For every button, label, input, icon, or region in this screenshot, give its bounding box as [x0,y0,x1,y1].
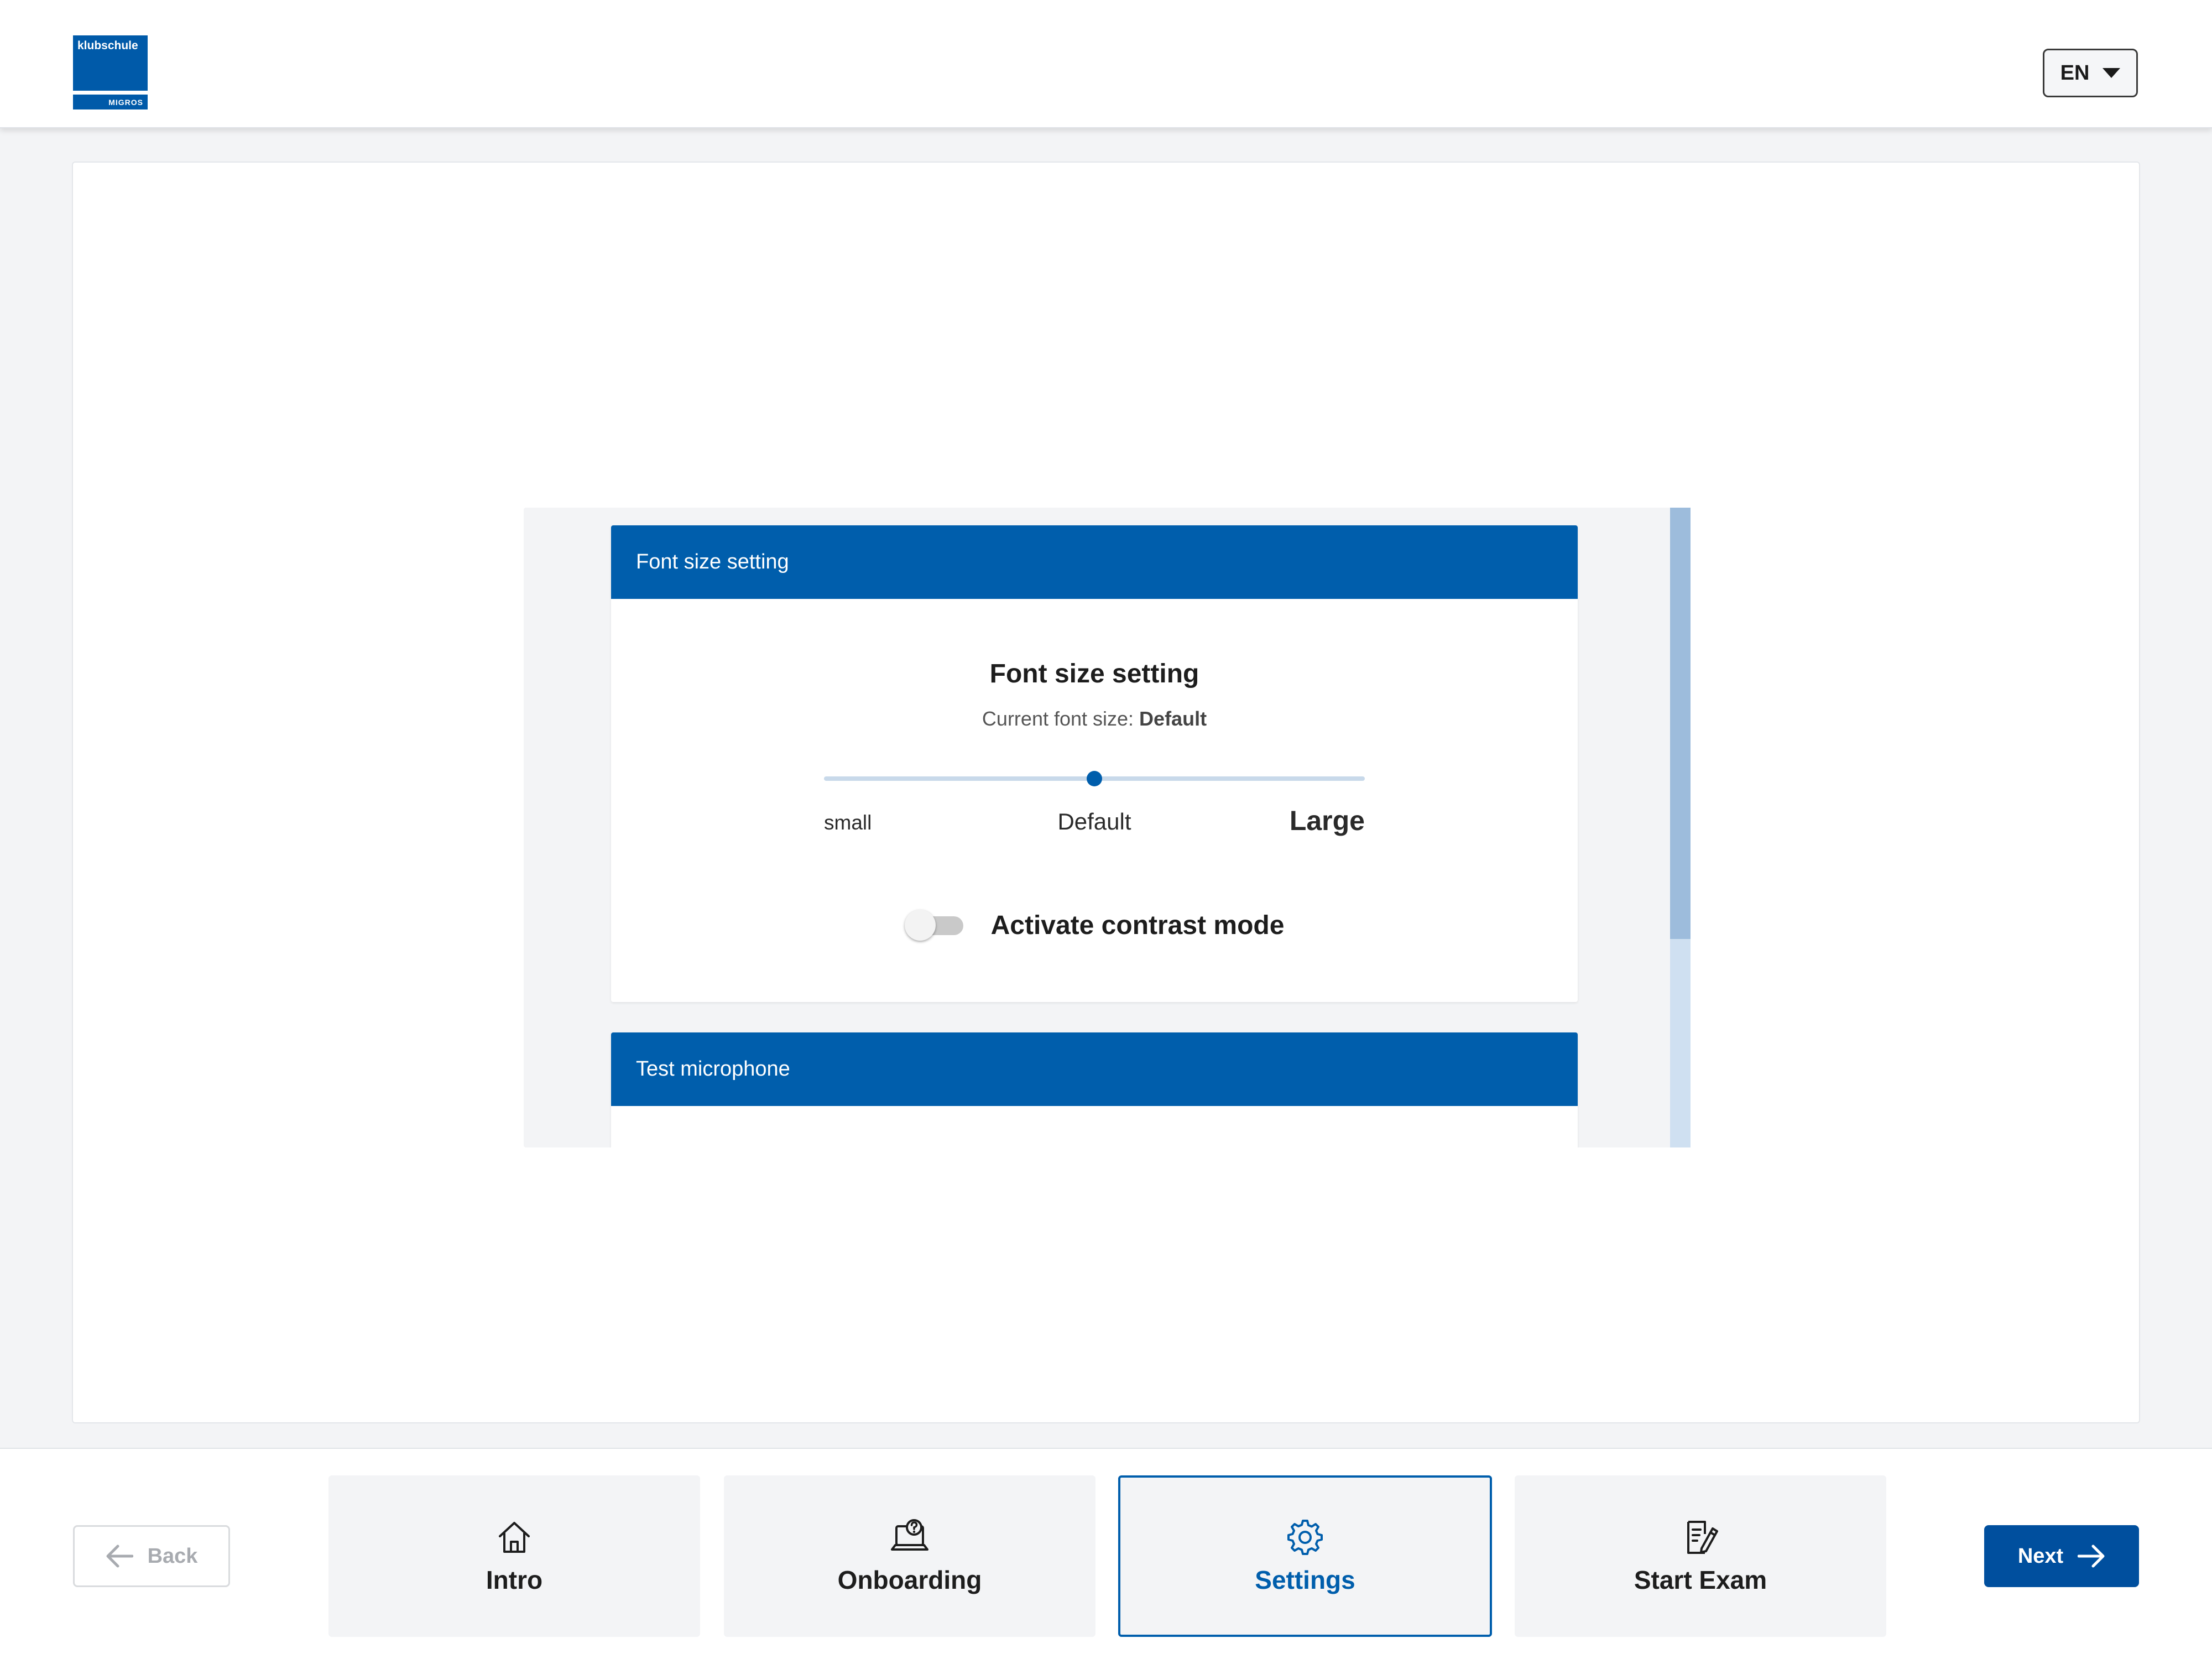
step-start-exam-label: Start Exam [1634,1566,1767,1594]
current-font-size-label: Current font size: [982,707,1140,730]
font-size-title: Font size setting [989,659,1199,688]
laptop-help-icon [891,1519,928,1551]
footer-navigation: Back Intro Onboarding Settings Start Exa… [0,1448,2212,1659]
current-font-size-text: Current font size: Default [611,707,1578,731]
step-intro[interactable]: Intro [328,1475,700,1637]
font-size-slider[interactable] [824,767,1365,789]
next-button-label: Next [2017,1544,2064,1568]
back-button[interactable]: Back [73,1525,230,1587]
contrast-mode-label: Activate contrast mode [990,910,1285,940]
back-button-label: Back [147,1544,198,1568]
exam-edit-icon [1687,1521,1718,1554]
top-header: klubschule MIGROS EN [0,0,2212,128]
toggle-knob [904,910,936,941]
caret-down-icon [2103,68,2121,78]
slider-label-large: Large [1289,805,1365,836]
step-start-exam[interactable]: Start Exam [1515,1475,1886,1637]
test-microphone-section: Test microphone [611,1032,1578,1147]
step-onboarding[interactable]: Onboarding [724,1475,1095,1637]
slider-label-default: Default [1057,808,1131,834]
current-font-size-value: Default [1139,707,1207,730]
font-size-section-header[interactable]: Font size setting [611,525,1578,599]
step-intro-label: Intro [486,1566,543,1594]
logo-text-top: klubschule [77,39,138,52]
logo-band [73,91,148,95]
arrow-left-icon [106,1545,133,1568]
contrast-mode-row: Activate contrast mode [611,909,1578,942]
home-icon [499,1522,530,1553]
next-button[interactable]: Next [1984,1525,2139,1587]
scrollbar-thumb[interactable] [1670,508,1691,939]
logo-text-bottom: MIGROS [108,98,143,107]
step-onboarding-label: Onboarding [837,1566,982,1594]
contrast-mode-toggle[interactable] [904,909,963,942]
settings-scroll-panel[interactable]: Font size setting Font size setting Curr… [524,508,1691,1147]
language-select[interactable]: EN [2043,49,2138,97]
klubschule-migros-logo[interactable]: klubschule MIGROS [73,35,148,109]
font-size-section: Font size setting Font size setting Curr… [611,525,1578,1002]
step-settings[interactable]: Settings [1118,1475,1492,1637]
language-value: EN [2060,61,2090,85]
test-microphone-section-header[interactable]: Test microphone [611,1032,1578,1106]
font-size-section-body: Font size setting Current font size: Def… [611,599,1578,1002]
arrow-right-icon [2078,1545,2105,1568]
slider-thumb[interactable] [1087,771,1102,786]
step-settings-label: Settings [1255,1566,1355,1594]
gear-icon [1287,1520,1323,1555]
